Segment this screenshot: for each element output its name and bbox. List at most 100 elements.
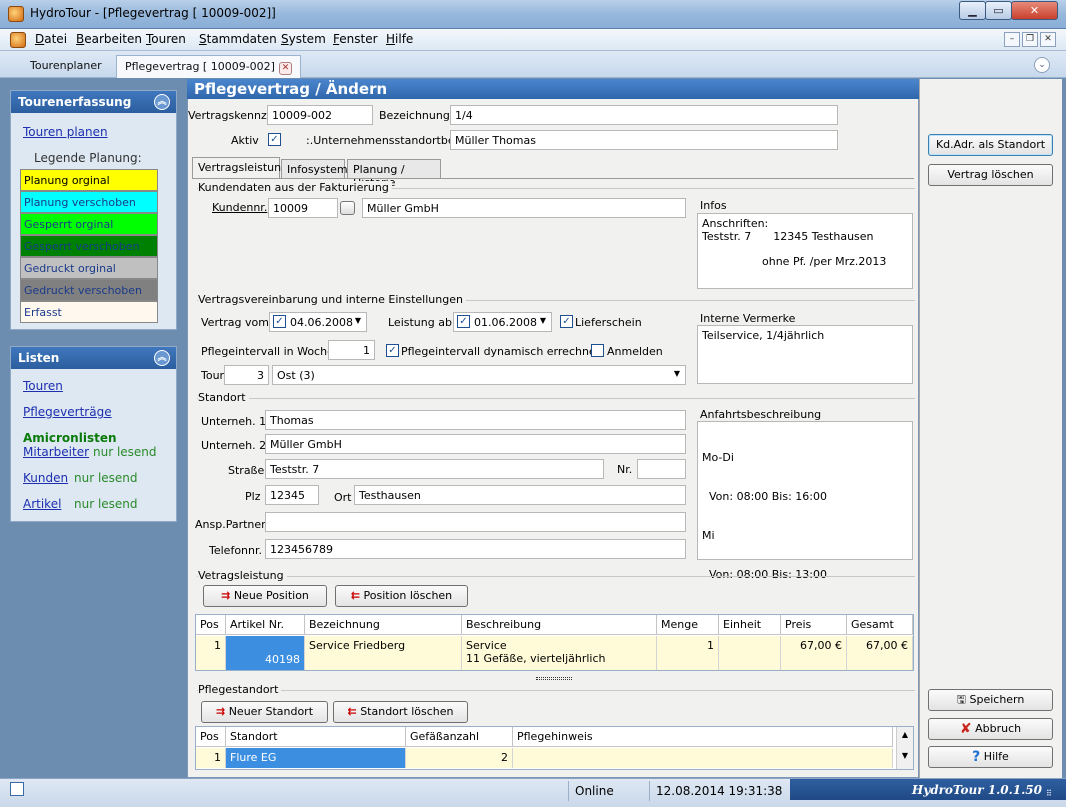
anmelden-checkbox[interactable]: ✓ bbox=[591, 344, 604, 357]
dropdown-arrow-icon[interactable]: ▼ bbox=[355, 316, 361, 325]
tour-nr-input[interactable]: 3 bbox=[224, 365, 269, 385]
column-header[interactable]: Bezeichnung bbox=[305, 615, 462, 635]
kunde-name-field: Müller GmbH bbox=[362, 198, 686, 218]
hilfe-button[interactable]: ? Hilfe bbox=[928, 746, 1053, 768]
vertrag-vom-checkbox[interactable]: ✓ bbox=[273, 315, 286, 328]
link-kunden[interactable]: Kunden bbox=[23, 471, 68, 485]
tab-list-chevron-icon[interactable]: ⌄ bbox=[1034, 57, 1050, 73]
link-touren-planen[interactable]: Touren planen bbox=[23, 125, 108, 139]
panel-tourenerfassung-header[interactable]: Tourenerfassung ︽ bbox=[11, 91, 176, 113]
lieferschein-checkbox[interactable]: ✓ bbox=[560, 315, 573, 328]
dropdown-arrow-icon[interactable]: ▼ bbox=[540, 316, 546, 325]
abbruch-button[interactable]: ✘ Abbruch bbox=[928, 718, 1053, 740]
unterneh2-label: Unterneh. 2 bbox=[201, 439, 267, 452]
column-header[interactable]: Pos bbox=[196, 727, 226, 747]
cell-anzahl: 2 bbox=[406, 748, 513, 768]
menu-datei[interactable]: Datei bbox=[35, 32, 67, 46]
tab-infosystem[interactable]: Infosystem bbox=[281, 159, 348, 178]
column-header[interactable]: Gefäßanzahl bbox=[406, 727, 513, 747]
collapse-icon[interactable]: ︽ bbox=[154, 94, 170, 110]
column-header[interactable]: Pos bbox=[196, 615, 226, 635]
infos-label: Infos bbox=[700, 199, 727, 212]
scroll-up-icon[interactable]: ▲ bbox=[897, 730, 913, 739]
resize-grip-icon[interactable]: ⠿ bbox=[1046, 789, 1058, 799]
nr-input[interactable] bbox=[637, 459, 686, 479]
scroll-down-icon[interactable]: ▼ bbox=[897, 751, 913, 760]
cell-artikel-nr[interactable]: 40198 bbox=[226, 636, 305, 670]
anfahrt-line: Von: 08:00 Bis: 16:00 bbox=[702, 490, 828, 503]
mdi-minimize-button[interactable]: – bbox=[1004, 32, 1020, 47]
menu-bearbeiten[interactable]: Bearbeiten bbox=[76, 32, 142, 46]
tab-close-icon[interactable]: ✕ bbox=[278, 62, 292, 75]
link-pflegevertraege[interactable]: Pflegeverträge bbox=[23, 405, 112, 419]
kd-adr-als-standort-button[interactable]: Kd.Adr. als Standort bbox=[928, 134, 1053, 156]
column-header[interactable]: Gesamt bbox=[847, 615, 913, 635]
menu-touren[interactable]: Touren bbox=[146, 32, 186, 46]
tab-vertragsleistung[interactable]: Vertragsleistung bbox=[192, 157, 288, 178]
leistung-ab-checkbox[interactable]: ✓ bbox=[457, 315, 470, 328]
tab-planung-historie[interactable]: Planung / Historie bbox=[347, 159, 441, 189]
cell-pflegehinweis bbox=[513, 748, 893, 768]
tour-select[interactable]: Ost (3) ▼ bbox=[272, 365, 686, 385]
standort-scrollbar[interactable]: ▲ ▼ bbox=[896, 727, 913, 769]
infos-city: 12345 Testhausen bbox=[773, 230, 874, 243]
telefonnr-input[interactable]: 123456789 bbox=[265, 539, 686, 559]
column-header[interactable]: Menge bbox=[657, 615, 719, 635]
group-vereinbarung-title: Vertragsvereinbarung und interne Einstel… bbox=[198, 293, 466, 306]
link-mitarbeiter[interactable]: Mitarbeiter bbox=[23, 445, 89, 459]
unternehmensstandort-input[interactable]: Müller Thomas bbox=[450, 130, 838, 150]
kunde-lookup-button[interactable] bbox=[340, 201, 355, 215]
strasse-input[interactable]: Teststr. 7 bbox=[265, 459, 604, 479]
column-header[interactable]: Artikel Nr. bbox=[226, 615, 305, 635]
vertrag-loeschen-button[interactable]: Vertrag löschen bbox=[928, 164, 1053, 186]
neue-position-button[interactable]: ⇉ Neue Position bbox=[203, 585, 327, 607]
column-header[interactable]: Beschreibung bbox=[462, 615, 657, 635]
standort-loeschen-button[interactable]: ⇇ Standort löschen bbox=[333, 701, 468, 723]
dynamisch-checkbox[interactable]: ✓ bbox=[386, 344, 399, 357]
splitter-grip[interactable] bbox=[536, 677, 572, 680]
speichern-button[interactable]: 🖫 Speichern bbox=[928, 689, 1053, 711]
kundennr-input[interactable]: 10009 bbox=[268, 198, 338, 218]
page-title: Pflegevertrag / Ändern bbox=[187, 79, 919, 99]
menu-hilfe[interactable]: Hilfe bbox=[386, 32, 413, 46]
interne-vermerke-box[interactable]: Teilservice, 1/4jährlich bbox=[697, 325, 913, 384]
column-header[interactable]: Einheit bbox=[719, 615, 781, 635]
unterneh2-input[interactable]: Müller GmbH bbox=[265, 434, 686, 454]
link-artikel[interactable]: Artikel bbox=[23, 497, 61, 511]
maximize-button[interactable]: ▭ bbox=[985, 1, 1012, 20]
link-touren[interactable]: Touren bbox=[23, 379, 63, 393]
close-button[interactable]: ✕ bbox=[1011, 1, 1058, 20]
infos-line: Anschriften: bbox=[702, 217, 769, 230]
minimize-button[interactable]: ▁ bbox=[959, 1, 986, 20]
column-header[interactable]: Standort bbox=[226, 727, 406, 747]
position-loeschen-label: Position löschen bbox=[363, 589, 453, 602]
ort-input[interactable]: Testhausen bbox=[354, 485, 686, 505]
tab-tourenplaner[interactable]: Tourenplaner bbox=[22, 55, 110, 78]
tab-pflegevertrag[interactable]: Pflegevertrag [ 10009-002] ✕ bbox=[116, 55, 301, 78]
column-header[interactable]: Pflegehinweis bbox=[513, 727, 893, 747]
pflegeintervall-input[interactable]: 1 bbox=[328, 340, 375, 360]
dropdown-arrow-icon[interactable]: ▼ bbox=[674, 369, 680, 378]
infos-street: Teststr. 7 bbox=[702, 230, 752, 243]
ansp-partner-input[interactable] bbox=[265, 512, 686, 532]
menu-system[interactable]: System bbox=[281, 32, 326, 46]
cell-standort[interactable]: Flure EG bbox=[226, 748, 406, 768]
position-loeschen-button[interactable]: ⇇ Position löschen bbox=[335, 585, 468, 607]
collapse-icon[interactable]: ︽ bbox=[154, 350, 170, 366]
vertragskennz-input[interactable]: 10009-002 bbox=[267, 105, 373, 125]
anfahrt-box[interactable]: Mo-Di Von: 08:00 Bis: 16:00 Mi Von: 08:0… bbox=[697, 421, 913, 581]
menu-stammdaten[interactable]: Stammdaten bbox=[199, 32, 277, 46]
panel-listen-header[interactable]: Listen ︽ bbox=[11, 347, 176, 369]
bezeichnung-input[interactable]: 1/4 bbox=[450, 105, 838, 125]
menu-fenster[interactable]: Fenster bbox=[333, 32, 378, 46]
mdi-close-button[interactable]: ✕ bbox=[1040, 32, 1056, 47]
plz-input[interactable]: 12345 bbox=[265, 485, 319, 505]
mdi-restore-button[interactable]: ❐ bbox=[1022, 32, 1038, 47]
aktiv-checkbox[interactable]: ✓ bbox=[268, 133, 281, 146]
legend-item: Erfasst bbox=[20, 301, 158, 323]
column-header[interactable]: Preis bbox=[781, 615, 847, 635]
unterneh1-input[interactable]: Thomas bbox=[265, 410, 686, 430]
strasse-label: Straße bbox=[228, 464, 265, 477]
neuer-standort-button[interactable]: ⇉ Neuer Standort bbox=[201, 701, 328, 723]
beschreibung-line: 11 Gefäße, vierteljährlich bbox=[466, 652, 606, 665]
